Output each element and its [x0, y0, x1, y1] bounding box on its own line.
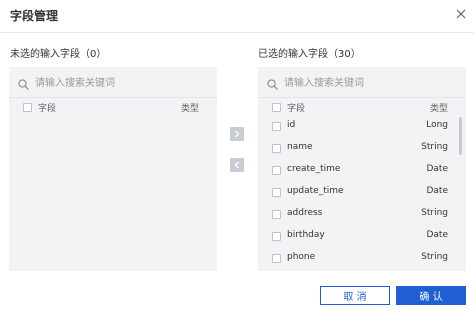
field-type: Date [426, 164, 448, 174]
left-search-box [17, 73, 213, 95]
row-checkbox[interactable] [272, 122, 281, 131]
field-type: Date [426, 230, 448, 240]
row-checkbox[interactable] [272, 166, 281, 175]
field-type: String [421, 142, 448, 152]
row-checkbox[interactable] [272, 254, 281, 263]
right-select-all-checkbox[interactable] [272, 103, 281, 112]
chevron-right-icon [235, 130, 240, 138]
field-name: update_time [287, 186, 344, 196]
list-item[interactable]: id Long [258, 116, 466, 138]
field-name: create_time [287, 164, 341, 174]
field-name: address [287, 208, 323, 218]
list-item[interactable]: address String [258, 204, 466, 226]
selected-fields-panel: 字段 类型 id Long name String create_time Da… [258, 67, 466, 271]
confirm-button[interactable]: 确 认 [396, 286, 466, 305]
list-item[interactable]: name String [258, 138, 466, 160]
left-header-field: 字段 [38, 104, 57, 114]
right-search-input[interactable] [278, 74, 462, 92]
right-header-field: 字段 [287, 104, 306, 114]
left-header-row: 字段 类型 [9, 97, 217, 119]
left-header-type: 类型 [180, 104, 199, 114]
dialog-title: 字段管理 [10, 9, 59, 23]
selected-fields-label: 已选的输入字段（30） [258, 49, 361, 60]
list-item[interactable]: create_time Date [258, 160, 466, 182]
row-checkbox[interactable] [272, 188, 281, 197]
list-item[interactable]: phone String [258, 248, 466, 270]
row-checkbox[interactable] [272, 232, 281, 241]
field-type: String [421, 252, 448, 262]
right-header-type: 类型 [429, 104, 448, 114]
chevron-left-icon [234, 161, 239, 169]
field-type: Long [426, 120, 448, 130]
move-right-button[interactable] [230, 127, 244, 141]
close-icon[interactable] [454, 7, 468, 21]
field-name: phone [287, 252, 316, 262]
unselected-fields-panel: 字段 类型 [9, 67, 217, 271]
row-checkbox[interactable] [272, 144, 281, 153]
row-checkbox[interactable] [272, 210, 281, 219]
field-name: name [287, 142, 313, 152]
left-select-all-checkbox[interactable] [23, 103, 32, 112]
field-management-dialog: 字段管理 未选的输入字段（0） 字段 类型 [0, 0, 474, 315]
list-item[interactable]: birthday Date [258, 226, 466, 248]
list-scrollbar[interactable] [459, 117, 462, 155]
field-name: birthday [287, 230, 325, 240]
left-search-input[interactable] [29, 74, 213, 92]
field-type: Date [426, 186, 448, 196]
move-left-button[interactable] [230, 158, 244, 172]
dialog-header: 字段管理 [0, 0, 474, 33]
right-search-box [266, 73, 462, 95]
field-type: String [421, 208, 448, 218]
list-item[interactable]: update_time Date [258, 182, 466, 204]
cancel-button[interactable]: 取 消 [320, 286, 390, 305]
field-name: id [287, 120, 296, 130]
unselected-fields-label: 未选的输入字段（0） [10, 49, 107, 60]
